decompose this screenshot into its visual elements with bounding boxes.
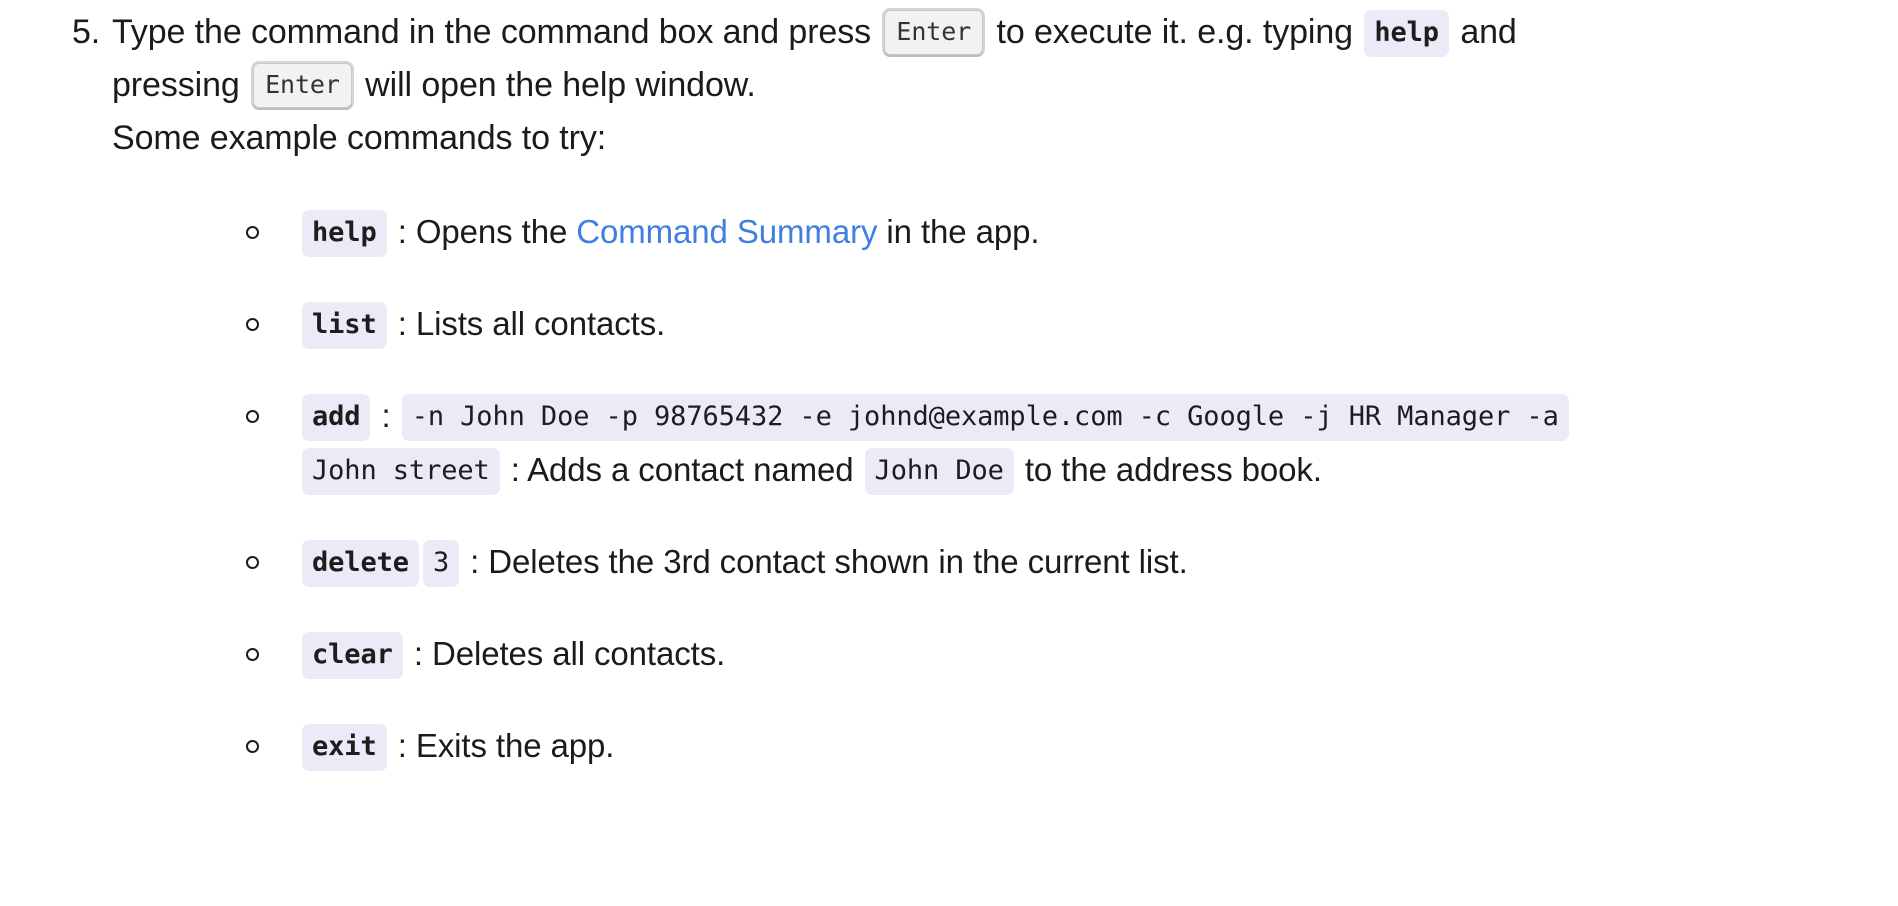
help-tail: in the app. [877,213,1040,250]
list-separator: : Lists all contacts. [388,305,666,342]
code-add-args-line1: -n John Doe -p 98765432 -e johnd@example… [401,394,1569,441]
bullet-icon [246,648,259,661]
document-page: 5. Type the command in the command box a… [0,0,1898,906]
step-body: Type the command in the command box and … [112,6,1898,165]
step-line-3: Some example commands to try: [112,119,607,157]
instruction-steps-list: 5. Type the command in the command box a… [0,6,1898,771]
code-john-doe: John Doe [864,448,1014,495]
list-item-clear: clear : Deletes all contacts. [112,629,1898,679]
enter-key-2[interactable]: Enter [253,63,352,108]
step-line1-text-c: and [1450,13,1517,51]
step-item-5: 5. Type the command in the command box a… [0,6,1898,771]
command-exit-row: exit : Exits the app. [300,721,1898,771]
enter-key-1[interactable]: Enter [884,10,984,55]
code-add: add [302,394,371,441]
command-add-row-line1: add : -n John Doe -p 98765432 -e johnd@e… [300,391,1898,441]
bullet-icon [246,740,259,753]
exit-separator: : Exits the app. [388,727,615,764]
code-exit: exit [302,724,387,771]
add-desc-a: : Adds a contact named [501,451,863,488]
list-item-help: help : Opens the Command Summary in the … [112,207,1898,257]
command-clear-row: clear : Deletes all contacts. [300,629,1898,679]
command-delete-row: delete 3 : Deletes the 3rd contact shown … [300,537,1898,587]
command-summary-link[interactable]: Command Summary [576,213,877,250]
code-help-inline: help [1364,10,1449,57]
code-clear: clear [302,632,403,679]
code-add-args-line2: John street [302,448,500,495]
list-item-add: add : -n John Doe -p 98765432 -e johnd@e… [112,391,1898,495]
bullet-icon [246,226,259,239]
step-line1-text-b: to execute it. e.g. typing [987,13,1363,51]
add-desc-b: to the address book. [1015,451,1322,488]
command-list-row: list : Lists all contacts. [300,299,1898,349]
code-delete: delete [302,540,419,587]
step-line-2: pressing Enter will open the help window… [112,59,1898,112]
list-item-list: list : Lists all contacts. [112,299,1898,349]
code-delete-arg: 3 [422,540,460,587]
step-line1-text-a: Type the command in the command box and … [112,13,881,51]
command-add-row-line2: John street : Adds a contact named John … [300,445,1898,495]
step-number: 5. [72,13,101,51]
example-commands-list: help : Opens the Command Summary in the … [112,207,1898,771]
add-colon: : [372,397,400,434]
code-help: help [302,210,387,257]
code-list: list [302,302,387,349]
clear-separator: : Deletes all contacts. [404,635,726,672]
bullet-icon [246,556,259,569]
command-help-row: help : Opens the Command Summary in the … [300,207,1898,257]
bullet-icon [246,410,259,423]
help-separator: : Opens the [388,213,577,250]
step-line2-text-a: pressing [112,66,250,104]
list-item-exit: exit : Exits the app. [112,721,1898,771]
bullet-icon [246,318,259,331]
step-line-1: Type the command in the command box and … [112,6,1898,59]
step-line2-text-b: will open the help window. [355,66,756,104]
delete-separator: : Deletes the 3rd contact shown in the c… [461,543,1188,580]
list-item-delete: delete 3 : Deletes the 3rd contact shown … [112,537,1898,587]
